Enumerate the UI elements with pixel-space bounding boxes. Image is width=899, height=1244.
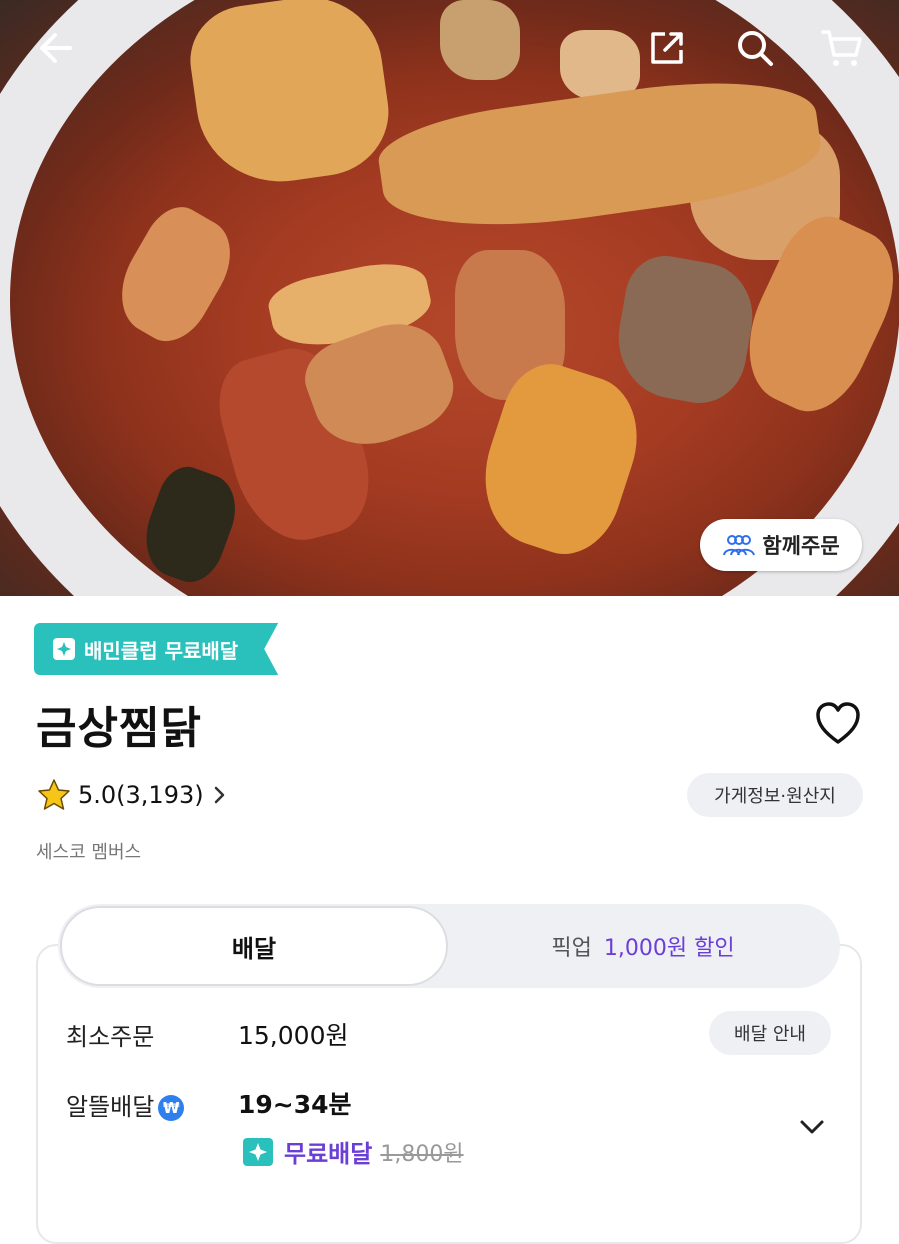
people-icon bbox=[723, 535, 756, 556]
min-order-label: 최소주문 bbox=[66, 1023, 155, 1051]
delivery-time: 19~34분 bbox=[238, 1090, 352, 1119]
store-hero-image: 함께주문 bbox=[0, 0, 899, 596]
cart-icon bbox=[821, 30, 862, 66]
store-name: 금상찜닭 bbox=[36, 703, 202, 754]
club-star-icon bbox=[52, 637, 76, 661]
arrow-left-icon bbox=[40, 33, 72, 63]
pickup-label: 픽업 bbox=[551, 936, 592, 961]
club-free-delivery-badge: 배민클럽 무료배달 bbox=[34, 623, 278, 675]
share-icon bbox=[651, 32, 683, 64]
badge-label: 배민클럽 무료배달 bbox=[84, 638, 239, 663]
min-order-value: 15,000원 bbox=[238, 1021, 349, 1050]
free-delivery-label: 무료배달 bbox=[284, 1140, 373, 1168]
together-order-label: 함께주문 bbox=[762, 534, 840, 558]
together-order-button[interactable]: 함께주문 bbox=[700, 519, 862, 571]
won-icon: ₩ bbox=[158, 1095, 185, 1121]
club-star-icon bbox=[243, 1137, 273, 1166]
food-chunk bbox=[440, 0, 520, 80]
saving-delivery-label: 알뜰배달 bbox=[66, 1093, 155, 1121]
store-info-button[interactable]: 가게정보·원산지 bbox=[687, 773, 863, 817]
search-icon bbox=[738, 31, 773, 66]
rating-link[interactable]: 5.0(3,193) bbox=[36, 775, 230, 815]
original-delivery-fee: 1,800원 bbox=[380, 1141, 464, 1167]
saving-delivery-row: 알뜰배달 ₩ bbox=[66, 1087, 185, 1122]
star-icon bbox=[38, 779, 70, 810]
tab-pickup[interactable]: 픽업 1,000원 할인 bbox=[448, 906, 838, 986]
free-delivery-row: 무료배달 1,800원 bbox=[242, 1134, 464, 1169]
cart-button[interactable] bbox=[816, 22, 868, 74]
chevron-down-icon[interactable] bbox=[795, 1110, 829, 1144]
pickup-discount: 1,000원 할인 bbox=[603, 936, 735, 961]
rating-value: 5.0(3,193) bbox=[78, 781, 204, 809]
store-subtitle: 세스코 멤버스 bbox=[36, 842, 142, 863]
delivery-guide-button[interactable]: 배달 안내 bbox=[709, 1011, 831, 1055]
share-button[interactable] bbox=[641, 22, 693, 74]
back-button[interactable] bbox=[30, 22, 82, 74]
search-button[interactable] bbox=[729, 22, 781, 74]
tab-delivery[interactable]: 배달 bbox=[60, 906, 448, 986]
favorite-heart-icon[interactable] bbox=[814, 700, 862, 746]
chevron-right-icon bbox=[214, 786, 224, 804]
